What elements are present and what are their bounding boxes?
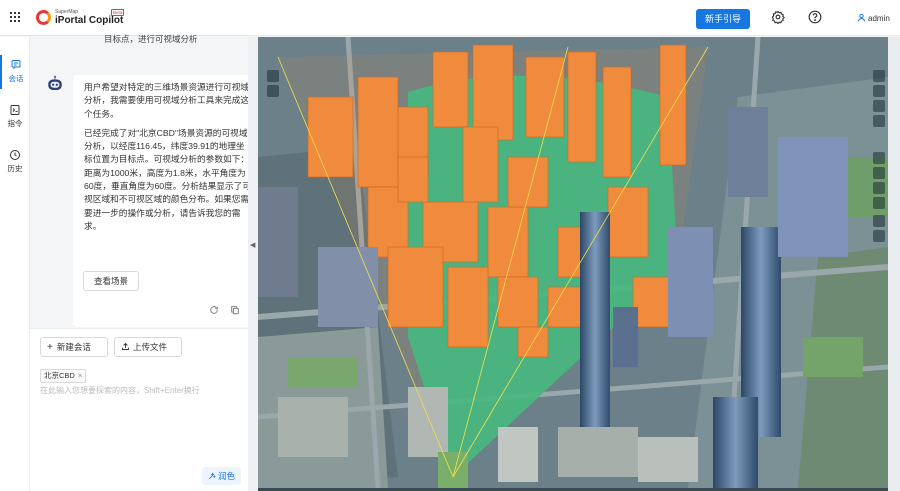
new-chat-button[interactable]: + 新建会话 bbox=[40, 337, 108, 357]
left-rail: 会话 指令 历史 bbox=[0, 37, 30, 491]
upload-file-button[interactable]: 上传文件 bbox=[114, 337, 182, 357]
rail-item-command[interactable]: 指令 bbox=[0, 100, 30, 134]
context-tag[interactable]: 北京CBD × bbox=[40, 369, 87, 383]
logo-product-name: iPortal Copilot bbox=[55, 15, 124, 26]
locate-icon[interactable] bbox=[267, 85, 279, 97]
previous-message-fragment: 目标点，进行可视域分析 bbox=[104, 34, 198, 44]
right-scrollbar[interactable] bbox=[888, 37, 900, 491]
message-input[interactable]: 在此输入您想要探索的内容，Shift+Enter换行 bbox=[40, 385, 200, 396]
rail-item-chat[interactable]: 会话 bbox=[0, 55, 30, 89]
help-icon[interactable] bbox=[808, 10, 822, 24]
grid-icon[interactable] bbox=[873, 182, 885, 194]
magic-wand-icon bbox=[209, 472, 216, 479]
top-header: SuperMap iPortal Copilot Beta 新手引导 admin bbox=[0, 0, 900, 36]
user-name: admin bbox=[868, 14, 890, 23]
screenshot-icon[interactable] bbox=[873, 230, 885, 242]
message-paragraph: 已经完成了对"北京CBD"场景资源的可视域分析，以经度116.45，纬度39.9… bbox=[84, 127, 252, 231]
upload-label: 上传文件 bbox=[133, 342, 168, 352]
zoom-in-icon[interactable] bbox=[873, 70, 885, 82]
regenerate-icon[interactable] bbox=[209, 305, 219, 317]
logo-mark-icon bbox=[36, 10, 51, 25]
edit-icon[interactable] bbox=[873, 197, 885, 209]
chevron-left-icon: ◀ bbox=[250, 242, 256, 249]
view-scene-button[interactable]: 查看场景 bbox=[83, 271, 139, 291]
plus-icon: + bbox=[47, 342, 53, 353]
upload-icon bbox=[122, 342, 129, 350]
new-chat-label: 新建会话 bbox=[56, 342, 91, 352]
bot-avatar-icon bbox=[48, 75, 62, 90]
guide-button[interactable]: 新手引导 bbox=[696, 9, 750, 29]
polish-label: 润色 bbox=[217, 471, 235, 481]
panel-collapse-handle[interactable]: ◀ bbox=[248, 37, 258, 491]
gear-icon[interactable] bbox=[771, 10, 785, 24]
input-panel: + 新建会话 上传文件 北京CBD × 在此输入您想要探索的内容，Shift+Ent… bbox=[30, 328, 266, 491]
close-icon[interactable]: × bbox=[78, 371, 82, 380]
measure-icon[interactable] bbox=[873, 167, 885, 179]
assistant-message: 用户希望对特定的三维场景资源进行可视域分析，我需要使用可视域分析工具来完成这个任… bbox=[73, 75, 265, 327]
polish-button[interactable]: 润色 bbox=[202, 467, 241, 485]
scene-viewport[interactable] bbox=[258, 37, 888, 488]
rail-item-history[interactable]: 历史 bbox=[0, 145, 30, 179]
rail-item-label: 指令 bbox=[7, 119, 23, 128]
compass-icon[interactable] bbox=[267, 70, 279, 82]
user-menu[interactable]: admin bbox=[857, 13, 890, 23]
rail-item-label: 会话 bbox=[8, 74, 24, 83]
message-tools bbox=[201, 305, 240, 317]
user-icon bbox=[857, 13, 866, 22]
rotate-icon[interactable] bbox=[873, 85, 885, 97]
zoom-out-icon[interactable] bbox=[873, 115, 885, 127]
command-icon bbox=[10, 105, 20, 115]
chat-icon bbox=[11, 60, 21, 70]
message-paragraph: 用户希望对特定的三维场景资源进行可视域分析，我需要使用可视域分析工具来完成这个任… bbox=[84, 82, 250, 119]
context-tag-label: 北京CBD bbox=[44, 371, 75, 380]
app-grid-icon[interactable] bbox=[10, 12, 20, 22]
tilt-icon[interactable] bbox=[873, 100, 885, 112]
rail-item-label: 历史 bbox=[7, 164, 23, 173]
beta-badge: Beta bbox=[111, 9, 125, 16]
history-icon bbox=[10, 150, 20, 160]
layers-icon[interactable] bbox=[873, 152, 885, 164]
home-icon[interactable] bbox=[873, 215, 885, 227]
scene-3d-render bbox=[258, 37, 888, 488]
copy-icon[interactable] bbox=[230, 305, 240, 317]
